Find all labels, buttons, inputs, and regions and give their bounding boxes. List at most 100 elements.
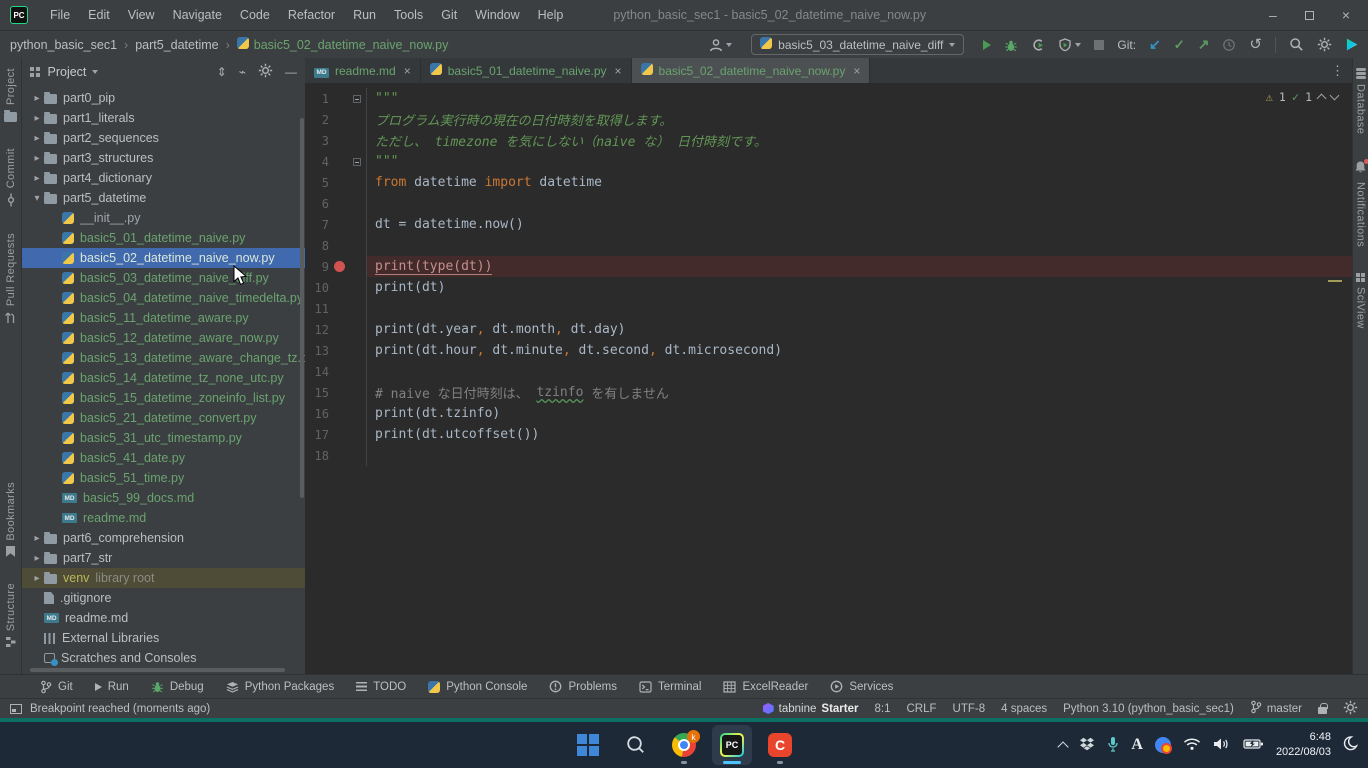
- tree-item[interactable]: basic5_31_utc_timestamp.py: [22, 428, 305, 448]
- chevron-right-icon[interactable]: ▸: [30, 113, 44, 124]
- project-view-selector[interactable]: Project: [48, 65, 87, 79]
- layout-widget-icon[interactable]: [10, 704, 22, 714]
- search-everywhere-button[interactable]: [1289, 37, 1304, 52]
- taskbar-search-button[interactable]: [616, 725, 656, 765]
- tree-item[interactable]: External Libraries: [22, 628, 305, 648]
- menu-item-view[interactable]: View: [120, 5, 163, 25]
- profile-button[interactable]: [1031, 38, 1045, 52]
- tree-item[interactable]: __init__.py: [22, 208, 305, 228]
- gutter[interactable]: 17: [305, 424, 367, 445]
- gutter[interactable]: 10: [305, 277, 367, 298]
- push-button[interactable]: ↗: [1198, 36, 1210, 53]
- tree-item[interactable]: ▸part7_str: [22, 548, 305, 568]
- tree-item[interactable]: ▸part4_dictionary: [22, 168, 305, 188]
- gutter[interactable]: 12: [305, 319, 367, 340]
- project-vertical-scrollbar[interactable]: [300, 118, 304, 498]
- ide-logo-icon[interactable]: [1345, 38, 1358, 51]
- menu-item-code[interactable]: Code: [232, 5, 278, 25]
- tree-item[interactable]: ▸part2_sequences: [22, 128, 305, 148]
- gutter[interactable]: 2: [305, 109, 367, 130]
- project-horizontal-scrollbar[interactable]: [30, 668, 285, 672]
- fold-slot[interactable]: [349, 158, 365, 166]
- tree-item[interactable]: ▸venvlibrary root: [22, 568, 305, 588]
- volume-icon[interactable]: [1213, 737, 1231, 754]
- tool-stripe-project[interactable]: Project: [4, 68, 17, 122]
- menu-item-edit[interactable]: Edit: [80, 5, 118, 25]
- fold-marker-icon[interactable]: [353, 95, 361, 103]
- minimize-button[interactable]: –: [1269, 8, 1277, 22]
- tree-item[interactable]: basic5_41_date.py: [22, 448, 305, 468]
- tree-item[interactable]: basic5_21_datetime_convert.py: [22, 408, 305, 428]
- tree-item[interactable]: ▸part3_structures: [22, 148, 305, 168]
- git-branch-widget[interactable]: master: [1250, 700, 1302, 717]
- fold-slot[interactable]: [349, 95, 365, 103]
- tree-item[interactable]: basic5_11_datetime_aware.py: [22, 308, 305, 328]
- gutter[interactable]: 16: [305, 403, 367, 424]
- menu-item-window[interactable]: Window: [467, 5, 527, 25]
- menu-item-refactor[interactable]: Refactor: [280, 5, 343, 25]
- wifi-icon[interactable]: [1183, 737, 1201, 754]
- file-encoding[interactable]: UTF-8: [953, 703, 986, 715]
- drive-icon[interactable]: [1155, 737, 1171, 753]
- chevron-right-icon[interactable]: ▸: [30, 153, 44, 164]
- chevron-right-icon[interactable]: ▸: [30, 573, 44, 584]
- tree-item[interactable]: Scratches and Consoles: [22, 648, 305, 668]
- breadcrumb-item[interactable]: python_basic_sec1: [10, 38, 117, 52]
- gutter[interactable]: 7: [305, 214, 367, 235]
- gutter[interactable]: 1: [305, 88, 367, 109]
- run-config-selector[interactable]: basic5_03_datetime_naive_diff: [751, 34, 964, 55]
- tree-item[interactable]: ▸part1_literals: [22, 108, 305, 128]
- tree-item[interactable]: ▾part5_datetime: [22, 188, 305, 208]
- toolwindow-services[interactable]: Services: [820, 675, 903, 698]
- tree-item[interactable]: basic5_15_datetime_zoneinfo_list.py: [22, 388, 305, 408]
- battery-icon[interactable]: [1243, 738, 1264, 753]
- tree-item[interactable]: MDreadme.md: [22, 508, 305, 528]
- status-message[interactable]: Breakpoint reached (moments ago): [30, 703, 210, 715]
- tool-stripe-structure[interactable]: Structure: [5, 583, 17, 648]
- panel-settings-icon[interactable]: [258, 63, 273, 81]
- chevron-right-icon[interactable]: ▸: [30, 133, 44, 144]
- tree-item[interactable]: ▸part0_pip: [22, 88, 305, 108]
- debug-button[interactable]: [1004, 38, 1018, 52]
- coverage-button[interactable]: [1058, 38, 1081, 52]
- toolwindow-python-packages[interactable]: Python Packages: [216, 675, 345, 698]
- pycharm-taskbar-button[interactable]: PC: [712, 725, 752, 765]
- tab-readme.md[interactable]: MDreadme.md×: [305, 58, 421, 83]
- tray-expand-icon[interactable]: [1058, 741, 1069, 752]
- gutter[interactable]: 3: [305, 130, 367, 151]
- tab-close-icon[interactable]: ×: [853, 64, 860, 78]
- tree-item[interactable]: basic5_13_datetime_aware_change_tz.py: [22, 348, 305, 368]
- tool-stripe-sciview[interactable]: SciView: [1355, 273, 1367, 329]
- menu-item-help[interactable]: Help: [530, 5, 572, 25]
- gutter[interactable]: 4: [305, 151, 367, 172]
- lock-icon[interactable]: [1318, 707, 1327, 714]
- gutter[interactable]: 6: [305, 193, 367, 214]
- tab-close-icon[interactable]: ×: [615, 64, 622, 78]
- chrome-button[interactable]: k: [664, 725, 704, 765]
- tree-item[interactable]: basic5_51_time.py: [22, 468, 305, 488]
- tab-basic5_01_datetime_naive.py[interactable]: basic5_01_datetime_naive.py×: [421, 58, 632, 83]
- night-mode-icon[interactable]: [1343, 735, 1360, 755]
- code-editor[interactable]: ⚠ 1 ✓ 1 1"""2プログラム実行時の現在の日付時刻を取得します。3ただし…: [305, 84, 1352, 674]
- toolwindow-debug[interactable]: Debug: [141, 675, 214, 698]
- breakpoint-slot[interactable]: [329, 261, 349, 272]
- update-project-button[interactable]: ↙: [1149, 36, 1161, 53]
- tab-close-icon[interactable]: ×: [404, 64, 411, 78]
- toolwindow-todo[interactable]: TODO: [346, 675, 416, 698]
- commit-button[interactable]: ✓: [1174, 37, 1185, 53]
- tree-item[interactable]: .gitignore: [22, 588, 305, 608]
- breadcrumb-item[interactable]: part5_datetime: [135, 38, 218, 52]
- next-issue-icon[interactable]: [1330, 91, 1340, 101]
- expand-all-icon[interactable]: ⇕: [217, 65, 227, 79]
- tree-item[interactable]: MDbasic5_99_docs.md: [22, 488, 305, 508]
- tree-item[interactable]: basic5_14_datetime_tz_none_utc.py: [22, 368, 305, 388]
- menu-item-git[interactable]: Git: [433, 5, 465, 25]
- status-settings-icon[interactable]: [1343, 700, 1358, 718]
- tool-stripe-commit[interactable]: Commit: [5, 148, 17, 207]
- start-button[interactable]: [568, 725, 608, 765]
- history-button[interactable]: [1222, 38, 1236, 52]
- tabnine-widget[interactable]: tabnine Starter: [763, 703, 859, 715]
- chevron-right-icon[interactable]: ▸: [30, 173, 44, 184]
- chevron-right-icon[interactable]: ▸: [30, 93, 44, 104]
- prev-issue-icon[interactable]: [1317, 94, 1327, 104]
